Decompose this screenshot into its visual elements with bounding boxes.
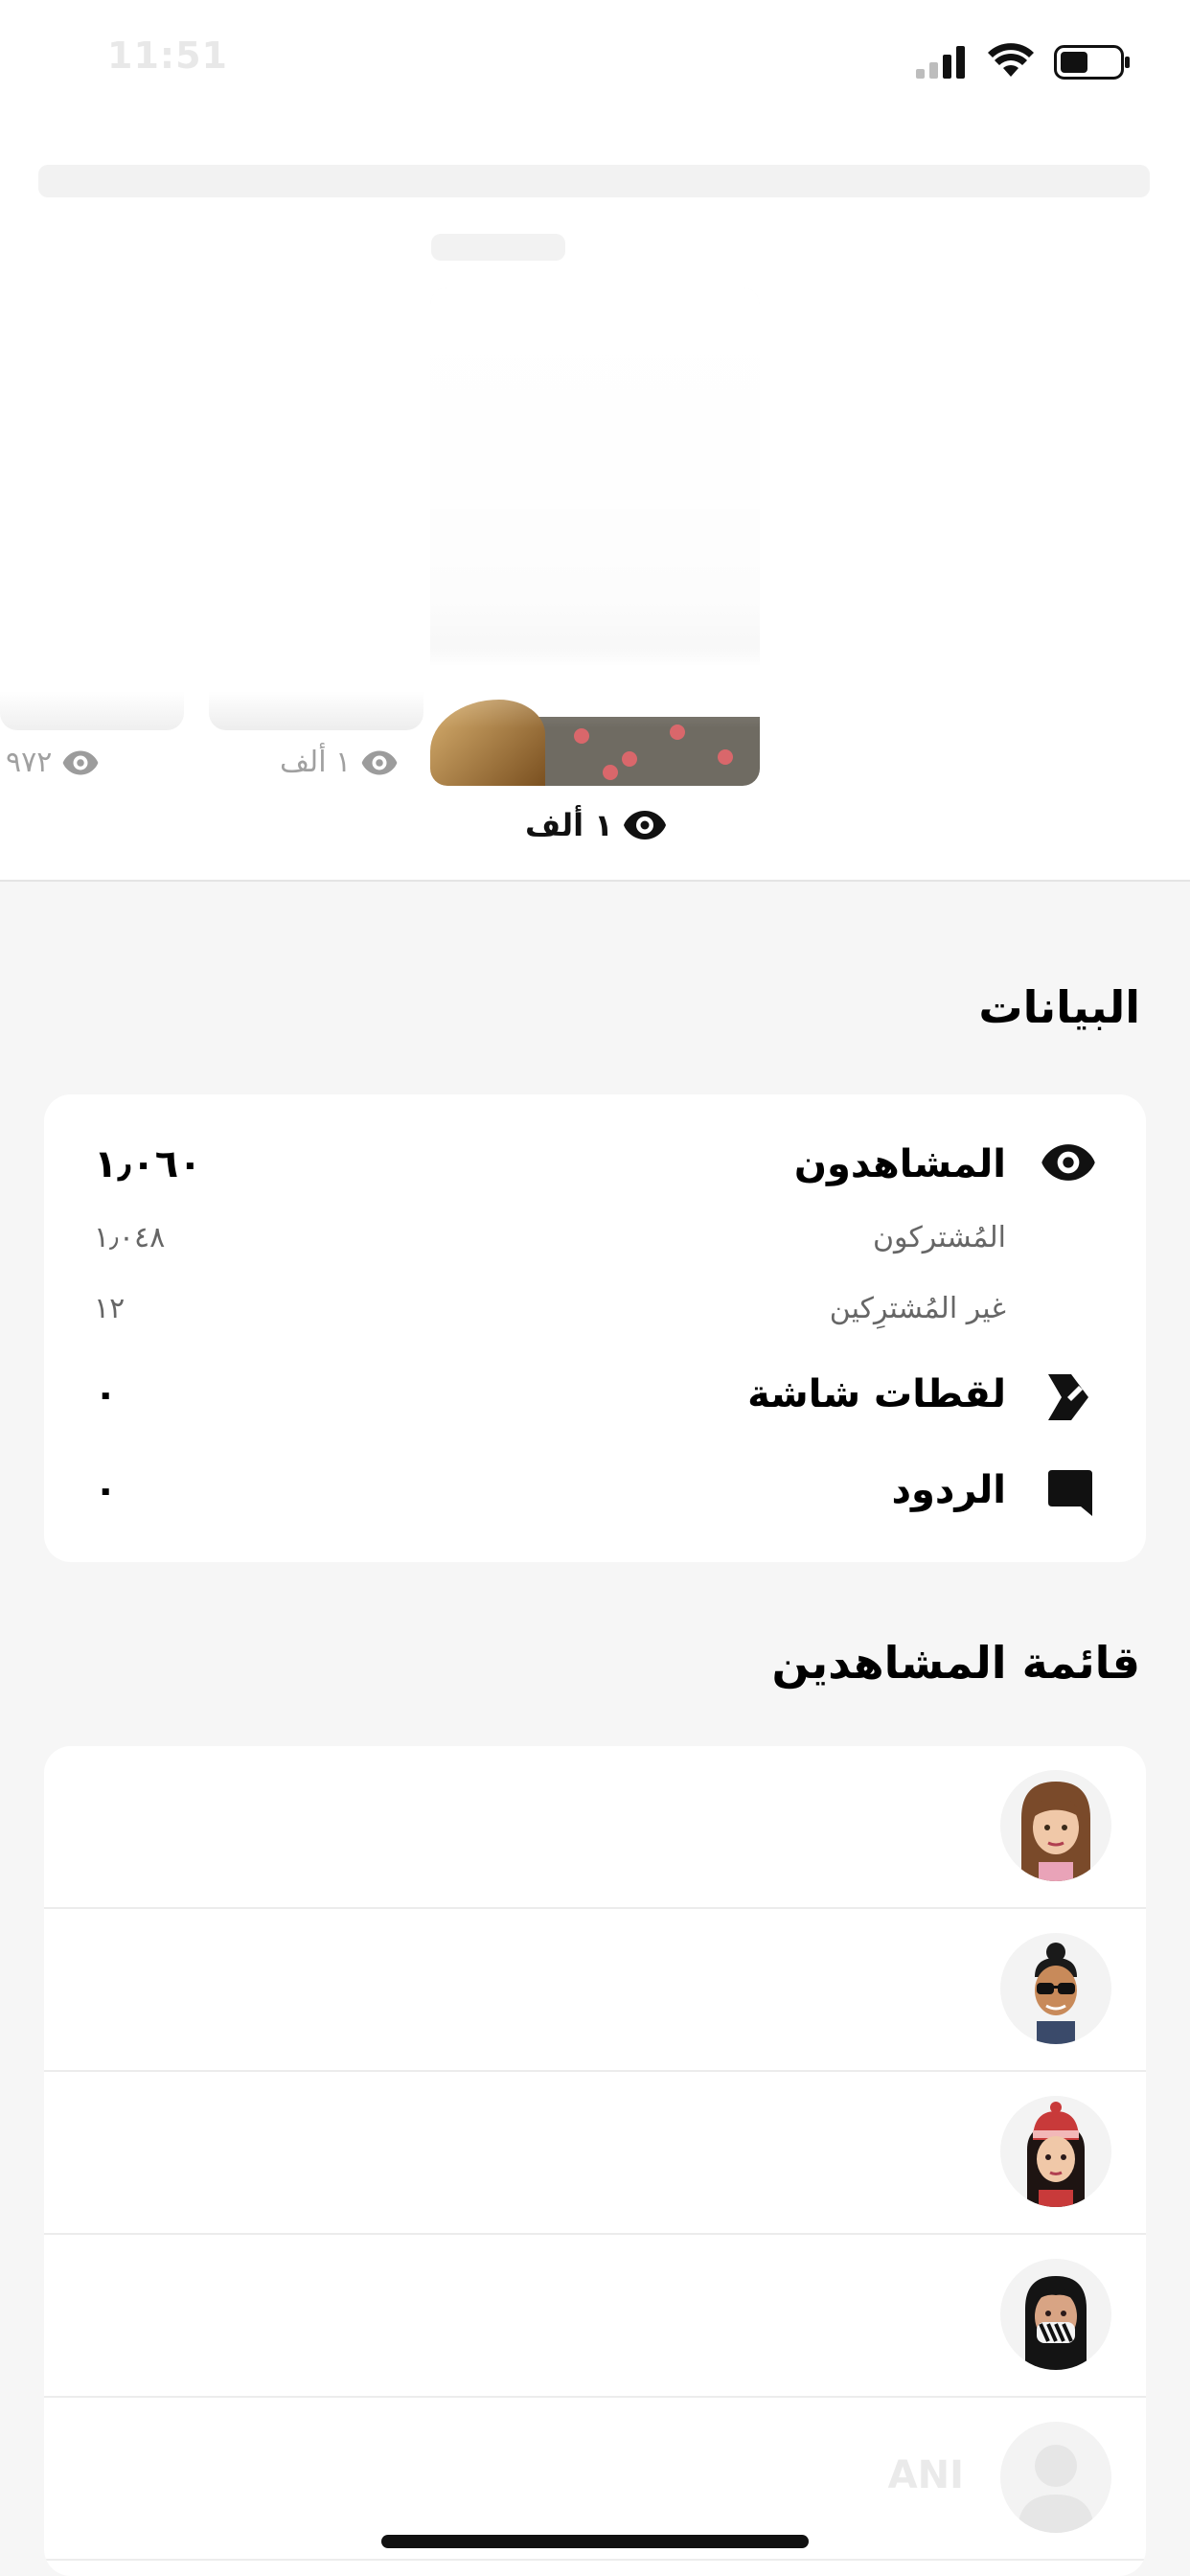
selected-views-count: ١ ألف	[525, 807, 613, 843]
battery-icon	[1054, 45, 1130, 80]
story-thumbnail-selected[interactable]	[430, 288, 760, 786]
viewer-row[interactable]	[44, 2072, 1146, 2235]
screenshots-value: ٠	[94, 1372, 118, 1416]
screenshot-icon	[1048, 1374, 1088, 1420]
wifi-icon	[988, 43, 1034, 77]
thumbnail-fade	[430, 288, 760, 728]
story-thumbnail-2[interactable]	[209, 575, 423, 730]
viewers-list-title: قائمة المشاهدين	[771, 1637, 1140, 1689]
selected-story-views: ١ ألف	[525, 807, 667, 843]
viewer-row[interactable]	[44, 1909, 1146, 2072]
screenshots-label: لقطات شاشة	[747, 1372, 1006, 1416]
story2-views-count: ١ ألف	[280, 746, 352, 779]
viewers-list-card: ANI	[44, 1746, 1146, 2576]
viewers-value: ١٫٠٦٠	[94, 1142, 202, 1186]
non-subscribers-label: غير المُشترِكين	[829, 1292, 1006, 1325]
story3-views: ٩٧٢	[6, 746, 100, 779]
eye-icon	[623, 811, 666, 840]
bitmoji-sunglasses-avatar	[1000, 1933, 1111, 2044]
home-indicator[interactable]	[381, 2535, 809, 2548]
story2-views: ١ ألف	[280, 746, 399, 779]
non-subscribers-value: ١٢	[94, 1292, 126, 1325]
stats-card: المشاهدون ١٫٠٦٠ المُشتركون ١٫٠٤٨ غير الم…	[44, 1094, 1146, 1562]
faded-header-subtext	[431, 234, 565, 261]
viewer-name: ANI	[887, 2453, 964, 2497]
bitmoji-mask-avatar	[1000, 2259, 1111, 2370]
bitmoji-beanie-avatar	[1000, 2096, 1111, 2207]
stats-row-non-subscribers: غير المُشترِكين ١٢	[44, 1282, 1146, 1340]
stats-row-replies[interactable]: الردود ٠	[44, 1464, 1146, 1522]
subscribers-value: ١٫٠٤٨	[94, 1221, 166, 1254]
eye-icon	[361, 750, 398, 774]
story-preview-area: 11:51 ١ ألف ١ ألف ٩٧٢	[0, 0, 1190, 882]
viewers-label: المشاهدون	[793, 1142, 1006, 1186]
cellular-signal-icon	[916, 46, 965, 79]
eye-icon	[63, 750, 99, 774]
replies-value: ٠	[94, 1468, 118, 1512]
viewer-row[interactable]	[44, 1746, 1146, 1909]
stats-row-viewers[interactable]: المشاهدون ١٫٠٦٠	[44, 1138, 1146, 1196]
faded-header-text	[38, 165, 1150, 197]
viewer-row[interactable]	[44, 2235, 1146, 2398]
stats-title: البيانات	[978, 981, 1140, 1033]
bitmoji-brown-hair-avatar	[1000, 1770, 1111, 1881]
eye-icon	[1041, 1144, 1095, 1181]
chat-icon	[1048, 1470, 1092, 1516]
replies-label: الردود	[891, 1468, 1006, 1512]
stats-row-subscribers: المُشتركون ١٫٠٤٨	[44, 1211, 1146, 1269]
subscribers-label: المُشتركون	[873, 1221, 1006, 1254]
story3-views-count: ٩٧٢	[6, 746, 53, 779]
status-time: 11:51	[107, 34, 228, 77]
stats-row-screenshots[interactable]: لقطات شاشة ٠	[44, 1368, 1146, 1426]
default-user-avatar	[1000, 2422, 1111, 2533]
story-thumbnail-3[interactable]	[0, 575, 184, 730]
status-bar: 11:51	[0, 0, 1190, 125]
